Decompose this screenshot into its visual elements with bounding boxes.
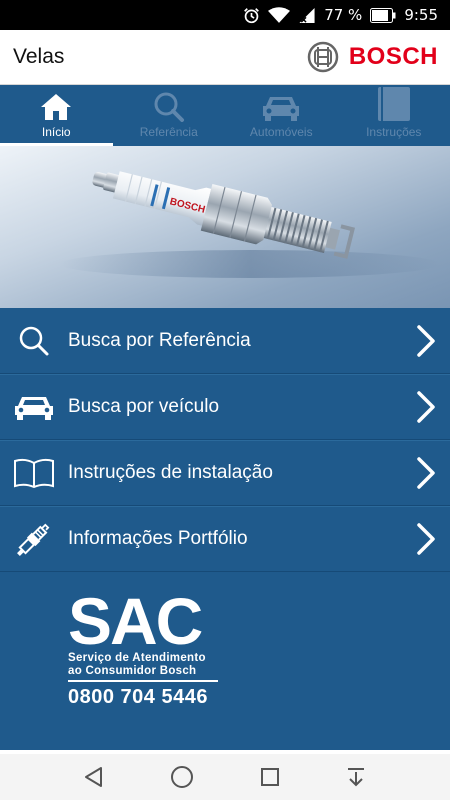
tab-referencia[interactable]: Referência [113,85,226,146]
page-title: Velas [13,45,65,68]
chevron-right-icon [417,391,435,423]
menu-item-informacoes-portfolio[interactable]: Informações Portfólio [0,506,450,572]
brand-name: BOSCH [348,43,438,70]
search-icon [154,92,184,122]
car-icon [15,397,53,420]
wifi-icon [268,6,291,23]
tab-bar: Início Referência Automóveis Instruções [0,85,450,146]
tab-label: Início [41,125,71,139]
status-bar: 77 % 9:55 [0,0,450,30]
spark-plug-icon [17,523,50,556]
sac-title: SAC [68,584,203,658]
book-icon [377,87,410,121]
back-icon[interactable] [83,766,105,788]
menu-item-label: Instruções de instalação [68,462,273,483]
bosch-armature-icon [307,41,339,73]
signal-icon [299,7,315,23]
main-menu: Busca por Referência Busca por veículo I… [0,308,450,572]
search-icon [19,326,49,355]
tab-instrucoes[interactable]: Instruções [338,85,450,146]
spark-plug-illustration: BOSCH [60,171,440,278]
sac-line-1: Serviço de Atendimento [68,652,206,664]
home-button-icon[interactable] [170,765,194,789]
tab-label: Instruções [366,125,422,139]
car-icon [263,97,300,121]
chevron-right-icon [417,457,435,489]
recent-apps-icon[interactable] [260,767,280,787]
sac-phone: 0800 704 5446 [68,686,208,708]
sac-line-2: ao Consumidor Bosch [68,665,197,677]
tab-label: Referência [139,125,198,139]
hero-spark-plug-image: BOSCH [0,146,450,308]
menu-item-instrucoes-instalacao[interactable]: Instruções de instalação [0,440,450,506]
chevron-right-icon [417,523,435,555]
menu-item-label: Busca por veículo [68,396,220,417]
notification-pulldown-icon[interactable] [345,766,367,788]
sac-divider [68,680,218,682]
brand-logo: BOSCH [307,41,438,73]
home-icon [41,94,72,120]
menu-item-label: Informações Portfólio [68,528,248,549]
app-bar: Velas BOSCH [0,30,450,85]
chevron-right-icon [417,324,435,357]
battery-percent: 77 % [324,6,363,24]
tab-automoveis[interactable]: Automóveis [225,85,338,146]
sac-logo: SAC Serviço de Atendimento ao Consumidor… [68,584,228,709]
system-nav-bar [0,754,450,800]
menu-item-busca-referencia[interactable]: Busca por Referência [0,308,450,374]
tab-inicio[interactable]: Início [0,85,113,146]
open-book-icon [14,458,54,489]
tab-label: Automóveis [249,125,313,139]
battery-icon [370,7,396,23]
clock: 9:55 [404,6,438,24]
menu-item-busca-veiculo[interactable]: Busca por veículo [0,374,450,440]
alarm-icon [244,7,260,23]
menu-item-label: Busca por Referência [68,329,251,351]
